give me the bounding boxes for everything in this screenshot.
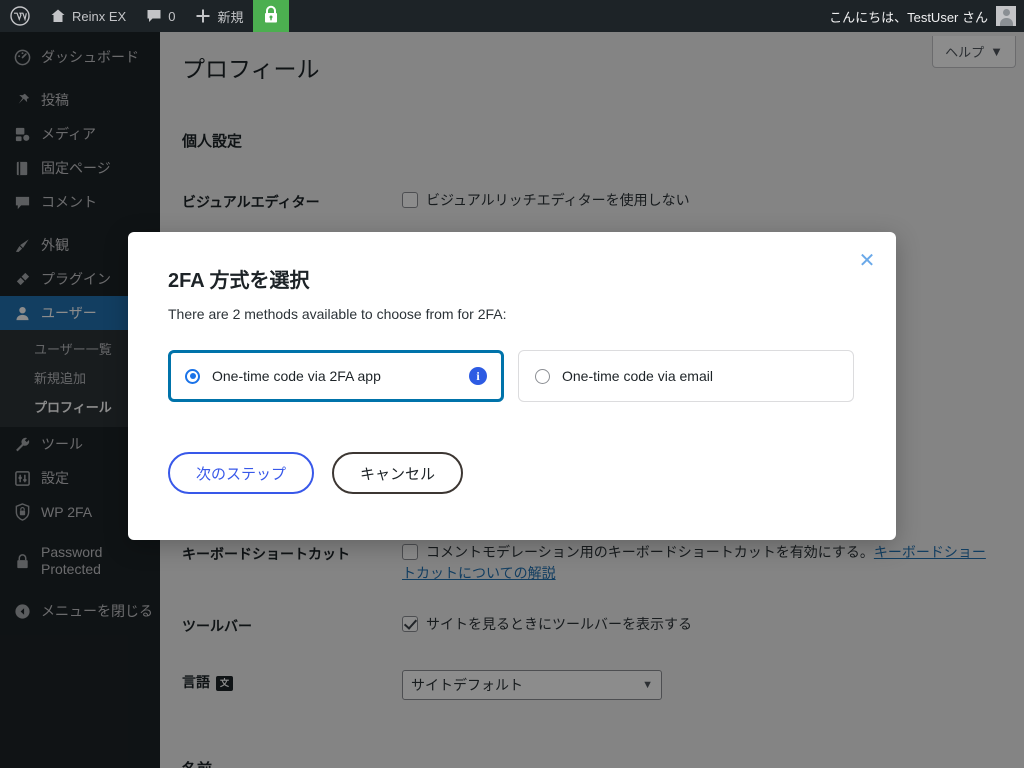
wordpress-logo-icon [10,6,30,26]
new-content-button[interactable]: 新規 [185,0,253,32]
close-x-icon[interactable]: ✕ [856,250,878,272]
new-content-label: 新規 [217,9,244,25]
green-lock-icon [262,5,280,28]
cancel-button[interactable]: キャンセル [332,452,464,494]
site-name-button[interactable]: Reinx EX [40,0,136,32]
modal-action-buttons: 次のステップ キャンセル [168,452,464,494]
info-circle-icon[interactable]: i [469,367,487,385]
option-label: One-time code via email [562,368,713,384]
twofa-method-options: One-time code via 2FA app i One-time cod… [168,350,854,402]
option-label: One-time code via 2FA app [212,368,381,384]
modal-description: There are 2 methods available to choose … [168,306,507,322]
user-greeting[interactable]: こんにちは、TestUser さん [829,7,996,26]
password-protected-status-button[interactable] [253,0,290,32]
radio-email[interactable] [535,368,550,384]
home-icon [50,8,66,24]
admin-bar: Reinx EX 0 新規 こんにちは、TestUser さん [0,0,1024,32]
user-avatar-icon[interactable] [996,6,1016,26]
next-step-button[interactable]: 次のステップ [168,452,315,494]
comment-bubble-icon [146,8,162,24]
plus-icon [195,8,211,24]
option-2fa-app[interactable]: One-time code via 2FA app i [168,350,504,402]
comments-count: 0 [168,8,176,24]
site-name-label: Reinx EX [72,8,127,24]
wordpress-admin-screen: Reinx EX 0 新規 こんにちは、TestUser さん ダッシュボード … [0,0,1024,768]
option-email[interactable]: One-time code via email [518,350,854,402]
wordpress-logo-button[interactable] [0,0,40,32]
admin-bar-right: こんにちは、TestUser さん [829,0,1024,32]
radio-2fa-app[interactable] [185,368,200,384]
comments-button[interactable]: 0 [136,0,185,32]
modal-title: 2FA 方式を選択 [168,270,310,292]
